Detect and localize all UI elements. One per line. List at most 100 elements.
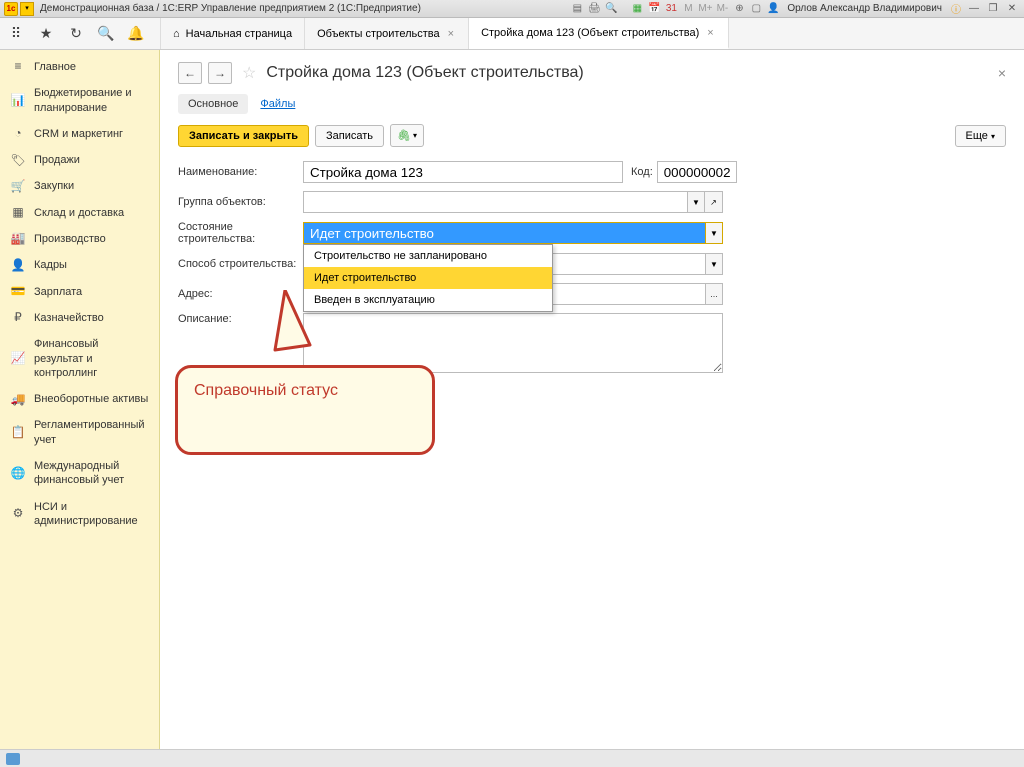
m-icon[interactable]: M: [681, 2, 695, 16]
attach-button[interactable]: 🖇▾: [390, 124, 424, 147]
apps-icon[interactable]: ⠿: [6, 24, 26, 44]
search-icon[interactable]: 🔍: [96, 24, 116, 44]
sidebar-item-label: Регламентированный учет: [34, 418, 149, 447]
maximize-button[interactable]: ❐: [985, 2, 1001, 16]
chevron-down-icon[interactable]: ▼: [705, 222, 723, 244]
gear-icon: ⚙: [10, 507, 26, 521]
person-icon: 👤: [10, 259, 26, 273]
save-close-button[interactable]: Записать и закрыть: [178, 125, 309, 147]
tag-icon: 🏷: [10, 153, 26, 167]
pie-icon: ◔: [10, 127, 26, 141]
calendar-icon[interactable]: 📅: [647, 2, 661, 16]
group-label: Группа объектов:: [178, 196, 303, 208]
cart-icon: 🛒: [10, 180, 26, 194]
sidebar-item-label: Международный финансовый учет: [34, 459, 149, 488]
sidebar-item-admin[interactable]: ⚙ НСИ и администрирование: [0, 494, 159, 535]
chevron-down-icon[interactable]: ▼: [687, 191, 705, 213]
name-input[interactable]: [303, 161, 623, 183]
state-dropdown: Строительство не запланировано Идет стро…: [303, 244, 553, 312]
sep: [621, 2, 627, 16]
user-name: Орлов Александр Владимирович: [787, 3, 942, 14]
page-title: Стройка дома 123 (Объект строительства): [266, 64, 583, 82]
calc-icon[interactable]: ▦: [630, 2, 644, 16]
top-toolbar: ⠿ ★ ↻ 🔍 🔔 ⌂ Начальная страница Объекты с…: [0, 18, 1024, 50]
print-icon[interactable]: 🖨: [587, 2, 601, 16]
minimize-button[interactable]: —: [966, 2, 982, 16]
sidebar-item-warehouse[interactable]: ▦ Склад и доставка: [0, 200, 159, 226]
sidebar-item-label: НСИ и администрирование: [34, 500, 149, 529]
back-button[interactable]: ←: [178, 62, 202, 84]
sidebar-item-label: Продажи: [34, 153, 80, 167]
history-icon[interactable]: ↻: [66, 24, 86, 44]
sidebar-item-label: CRM и маркетинг: [34, 127, 123, 141]
link-icon[interactable]: 🔍: [604, 2, 618, 16]
tab-objects[interactable]: Объекты строительства ×: [305, 18, 469, 49]
m-plus-icon[interactable]: M+: [698, 2, 712, 16]
forward-button[interactable]: →: [208, 62, 232, 84]
sidebar-item-treasury[interactable]: ₽Казначейство: [0, 305, 159, 331]
dropdown-option[interactable]: Введен в эксплуатацию: [304, 289, 552, 311]
sidebar-item-intl[interactable]: 🌐Международный финансовый учет: [0, 453, 159, 494]
code-input[interactable]: [657, 161, 737, 183]
annotation-callout: Справочный статус: [175, 325, 435, 455]
sidebar-item-assets[interactable]: 🚚Внеоборотные активы: [0, 386, 159, 412]
tab-label: Начальная страница: [186, 28, 292, 40]
factory-icon: 🏭: [10, 232, 26, 246]
card-icon: 💳: [10, 285, 26, 299]
sidebar-item-label: Склад и доставка: [34, 206, 124, 220]
window-title: Демонстрационная база / 1С:ERP Управлени…: [40, 3, 570, 14]
app-menu-dropdown[interactable]: ▾: [20, 2, 34, 16]
sidebar-item-label: Финансовый результат и контроллинг: [34, 337, 149, 380]
subtab-files[interactable]: Файлы: [250, 94, 305, 114]
clipboard-icon: 📋: [10, 426, 26, 440]
info-icon[interactable]: ⓘ: [949, 2, 963, 16]
close-icon[interactable]: ×: [446, 28, 456, 40]
sidebar-item-main[interactable]: ≡Главное: [0, 54, 159, 80]
sidebar-item-finance[interactable]: 📈 Финансовый результат и контроллинг: [0, 331, 159, 386]
sidebar-item-label: Кадры: [34, 258, 67, 272]
subtab-main[interactable]: Основное: [178, 94, 248, 114]
sidebar-item-label: Производство: [34, 232, 106, 246]
m-minus-icon[interactable]: M-: [715, 2, 729, 16]
date-icon[interactable]: 31: [664, 2, 678, 16]
open-ref-icon[interactable]: ↗: [705, 191, 723, 213]
sidebar-item-budget[interactable]: 📊Бюджетирование и планирование: [0, 80, 159, 121]
bell-icon[interactable]: 🔔: [126, 24, 146, 44]
state-label: Состояние строительства:: [178, 221, 303, 245]
status-icon[interactable]: [6, 753, 20, 765]
ellipsis-icon[interactable]: …: [705, 283, 723, 305]
state-input[interactable]: [303, 222, 705, 244]
sidebar-item-crm[interactable]: ◔ CRM и маркетинг: [0, 121, 159, 147]
favorite-icon[interactable]: ★: [36, 24, 56, 44]
code-label: Код:: [631, 166, 653, 178]
chart-icon: 📊: [10, 94, 26, 108]
grid-icon: ▦: [10, 206, 26, 220]
close-icon[interactable]: ×: [705, 27, 715, 39]
tab-building[interactable]: Стройка дома 123 (Объект строительства) …: [469, 18, 729, 49]
tab-bar: ⌂ Начальная страница Объекты строительст…: [160, 18, 1024, 49]
sidebar-item-sales[interactable]: 🏷 Продажи: [0, 147, 159, 173]
close-icon[interactable]: ×: [998, 65, 1006, 81]
dropdown-option[interactable]: Строительство не запланировано: [304, 245, 552, 267]
sidebar-item-salary[interactable]: 💳Зарплата: [0, 279, 159, 305]
tab-home[interactable]: ⌂ Начальная страница: [160, 18, 305, 49]
status-bar: [0, 749, 1024, 767]
tab-label: Объекты строительства: [317, 28, 440, 40]
tool-icon[interactable]: ▤: [570, 2, 584, 16]
save-button[interactable]: Записать: [315, 125, 384, 147]
sidebar-item-purchases[interactable]: 🛒 Закупки: [0, 173, 159, 199]
sidebar-item-label: Закупки: [34, 179, 74, 193]
chevron-down-icon[interactable]: ▼: [705, 253, 723, 275]
graph-icon: 📈: [10, 352, 26, 366]
zoom-icon[interactable]: ⊕: [732, 2, 746, 16]
sidebar-item-hr[interactable]: 👤 Кадры: [0, 252, 159, 278]
sidebar-item-production[interactable]: 🏭 Производство: [0, 226, 159, 252]
dropdown-option[interactable]: Идет строительство: [304, 267, 552, 289]
windows-icon[interactable]: ▢: [749, 2, 763, 16]
sidebar-item-regulated[interactable]: 📋 Регламентированный учет: [0, 412, 159, 453]
more-button[interactable]: Еще ▾: [955, 125, 1006, 147]
attach-icon: 🖇: [397, 129, 411, 142]
close-button[interactable]: ✕: [1004, 2, 1020, 16]
favorite-star-icon[interactable]: ☆: [242, 63, 256, 83]
group-input[interactable]: [303, 191, 687, 213]
